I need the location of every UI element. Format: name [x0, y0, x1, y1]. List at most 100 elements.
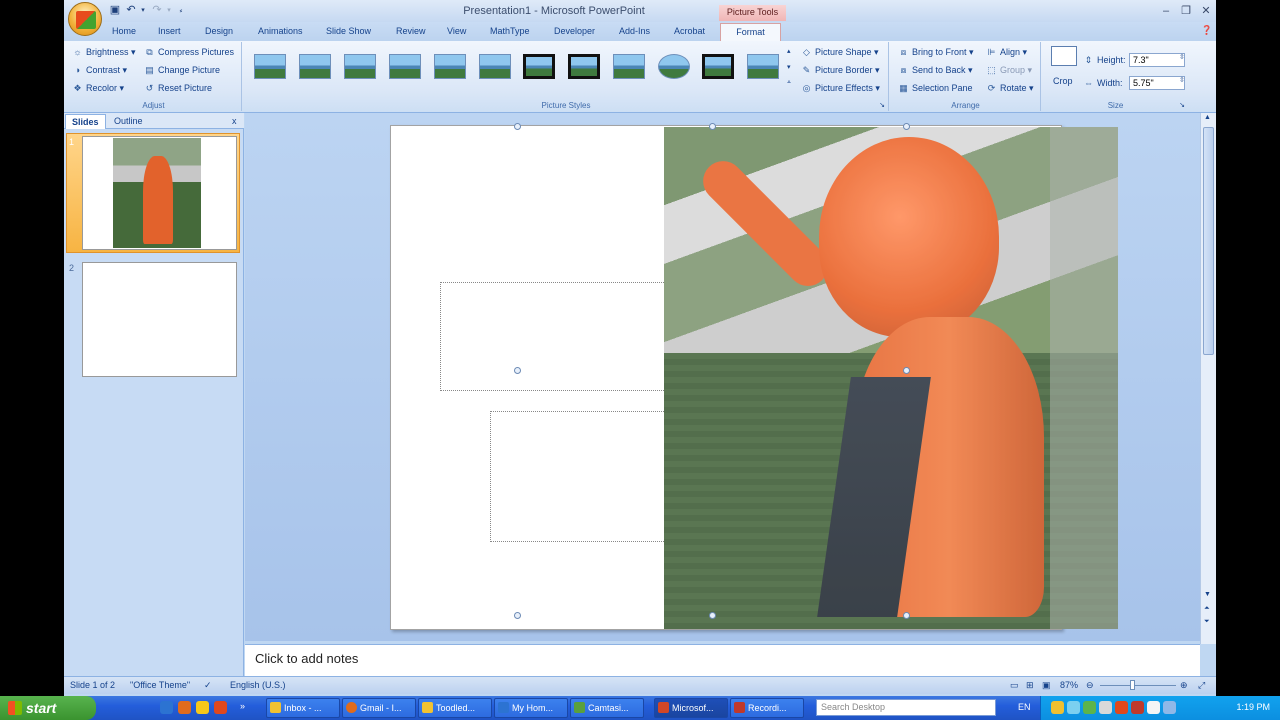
- crop-icon[interactable]: [1051, 46, 1077, 66]
- tray-icon-2[interactable]: [1067, 701, 1080, 714]
- tray-icon-5[interactable]: [1115, 701, 1128, 714]
- tab-developer[interactable]: Developer: [554, 26, 595, 36]
- group-button[interactable]: ⬚ Group ▾: [986, 65, 1032, 76]
- normal-view-icon[interactable]: ▭: [1010, 680, 1019, 691]
- compress-pictures-button[interactable]: ⧉ Compress Pictures: [144, 47, 234, 58]
- picture-style-11[interactable]: [702, 54, 734, 79]
- next-slide-icon[interactable]: ⏷: [1204, 618, 1210, 626]
- height-field[interactable]: 7.3": [1129, 53, 1185, 67]
- ie-icon[interactable]: [160, 701, 173, 714]
- tab-format[interactable]: Format: [720, 23, 781, 41]
- picture-style-2[interactable]: [299, 54, 331, 79]
- picture-style-6[interactable]: [479, 54, 511, 79]
- tab-insert[interactable]: Insert: [158, 26, 181, 36]
- tab-mathtype[interactable]: MathType: [490, 26, 530, 36]
- tab-design[interactable]: Design: [205, 26, 233, 36]
- quicklaunch-firefox-icon[interactable]: [214, 701, 227, 714]
- taskbar-toodledo[interactable]: Toodled...: [418, 698, 492, 718]
- slide-sorter-icon[interactable]: ⊞: [1026, 680, 1034, 691]
- tray-mail-icon[interactable]: [1147, 701, 1160, 714]
- tab-home[interactable]: Home: [112, 26, 136, 36]
- vertical-scrollbar[interactable]: ▲ ▼ ⏶ ⏷: [1200, 113, 1216, 644]
- picture-style-1[interactable]: [254, 54, 286, 79]
- picture-effects-button[interactable]: ◎ Picture Effects ▾: [801, 83, 880, 94]
- slide-canvas[interactable]: [390, 123, 1118, 630]
- fit-to-window-icon[interactable]: ⤢: [1198, 680, 1205, 691]
- tray-network-icon[interactable]: [1163, 701, 1176, 714]
- rotate-button[interactable]: ⟳ Rotate ▾: [986, 83, 1034, 94]
- clock[interactable]: 1:19 PM: [1236, 702, 1270, 712]
- theme-name[interactable]: "Office Theme": [130, 680, 190, 690]
- resize-handle-bottom-left[interactable]: [514, 612, 521, 619]
- picture-styles-launcher-icon[interactable]: ↘: [879, 101, 885, 109]
- picture-style-5[interactable]: [434, 54, 466, 79]
- picture-style-3[interactable]: [344, 54, 376, 79]
- tab-add-ins[interactable]: Add-Ins: [619, 26, 650, 36]
- slide-thumbnail-2[interactable]: [82, 262, 237, 377]
- styles-more-icon[interactable]: ⩡: [787, 79, 791, 87]
- change-picture-button[interactable]: ▤ Change Picture: [144, 65, 220, 76]
- close-icon[interactable]: ✕: [1199, 5, 1213, 17]
- resize-handle-top-left[interactable]: [514, 123, 521, 130]
- height-spinner-icon[interactable]: ⇳: [1179, 53, 1185, 61]
- undo-dropdown-icon[interactable]: ▾: [136, 4, 150, 17]
- zoom-slider[interactable]: [1100, 685, 1176, 686]
- firefox-icon[interactable]: [178, 701, 191, 714]
- save-icon[interactable]: ▣: [108, 4, 122, 17]
- size-launcher-icon[interactable]: ↘: [1179, 101, 1185, 109]
- picture-border-button[interactable]: ✎ Picture Border ▾: [801, 65, 880, 76]
- zoom-out-icon[interactable]: ⊖: [1086, 680, 1094, 691]
- picture-style-10[interactable]: [658, 54, 690, 79]
- picture-style-7[interactable]: [523, 54, 555, 79]
- start-button[interactable]: start: [0, 696, 96, 720]
- search-desktop-input[interactable]: Search Desktop: [816, 699, 996, 716]
- tab-animations[interactable]: Animations: [258, 26, 303, 36]
- taskbar-inbox[interactable]: Inbox - ...: [266, 698, 340, 718]
- slide-thumbnail-1[interactable]: [82, 136, 237, 250]
- minimize-icon[interactable]: –: [1159, 5, 1173, 17]
- zoom-in-icon[interactable]: ⊕: [1180, 680, 1188, 691]
- office-button[interactable]: [68, 2, 102, 36]
- width-spinner-icon[interactable]: ⇳: [1179, 76, 1185, 84]
- reset-picture-button[interactable]: ↺ Reset Picture: [144, 83, 212, 94]
- tray-icon-1[interactable]: [1051, 701, 1064, 714]
- selection-pane-button[interactable]: ▦ Selection Pane: [898, 83, 972, 94]
- tab-view[interactable]: View: [447, 26, 466, 36]
- resize-handle-top[interactable]: [709, 123, 716, 130]
- tab-slides[interactable]: Slides: [65, 114, 106, 129]
- resize-handle-bottom[interactable]: [709, 612, 716, 619]
- recolor-button[interactable]: ❖ Recolor ▾: [72, 83, 124, 94]
- pane-close-icon[interactable]: x: [226, 114, 243, 129]
- scroll-thumb[interactable]: [1203, 127, 1214, 355]
- send-to-back-button[interactable]: ⧇ Send to Back ▾: [898, 65, 973, 76]
- scroll-down-icon[interactable]: ▼: [1204, 591, 1211, 598]
- taskbar-recording[interactable]: Recordi...: [730, 698, 804, 718]
- picture-style-9[interactable]: [613, 54, 645, 79]
- tab-review[interactable]: Review: [396, 26, 426, 36]
- language-indicator[interactable]: EN: [1018, 702, 1031, 712]
- resize-handle-top-right[interactable]: [903, 123, 910, 130]
- zoom-level[interactable]: 87%: [1060, 680, 1078, 690]
- width-field[interactable]: 5.75": [1129, 76, 1185, 90]
- zoom-slider-thumb[interactable]: [1130, 680, 1135, 690]
- resize-handle-bottom-right[interactable]: [903, 612, 910, 619]
- spell-check-icon[interactable]: ✓: [204, 680, 212, 691]
- resize-handle-left[interactable]: [514, 367, 521, 374]
- tab-slide-show[interactable]: Slide Show: [326, 26, 371, 36]
- styles-scroll-down-icon[interactable]: ▾: [787, 63, 791, 71]
- brightness-button[interactable]: ☼ Brightness ▾: [72, 47, 135, 58]
- bring-to-front-button[interactable]: ⧈ Bring to Front ▾: [898, 47, 974, 58]
- align-button[interactable]: ⊫ Align ▾: [986, 47, 1027, 58]
- selected-picture[interactable]: [664, 127, 1118, 629]
- notes-pane[interactable]: Click to add notes: [245, 644, 1200, 676]
- taskbar-gmail[interactable]: Gmail - I...: [342, 698, 416, 718]
- language[interactable]: English (U.S.): [230, 680, 286, 690]
- tray-icon-4[interactable]: [1099, 701, 1112, 714]
- picture-style-4[interactable]: [389, 54, 421, 79]
- restore-icon[interactable]: ❐: [1179, 5, 1193, 17]
- slide-show-icon[interactable]: ▣: [1042, 680, 1051, 691]
- previous-slide-icon[interactable]: ⏶: [1204, 605, 1210, 613]
- tray-icon-3[interactable]: [1083, 701, 1096, 714]
- scroll-up-icon[interactable]: ▲: [1204, 114, 1211, 121]
- picture-style-12[interactable]: [747, 54, 779, 79]
